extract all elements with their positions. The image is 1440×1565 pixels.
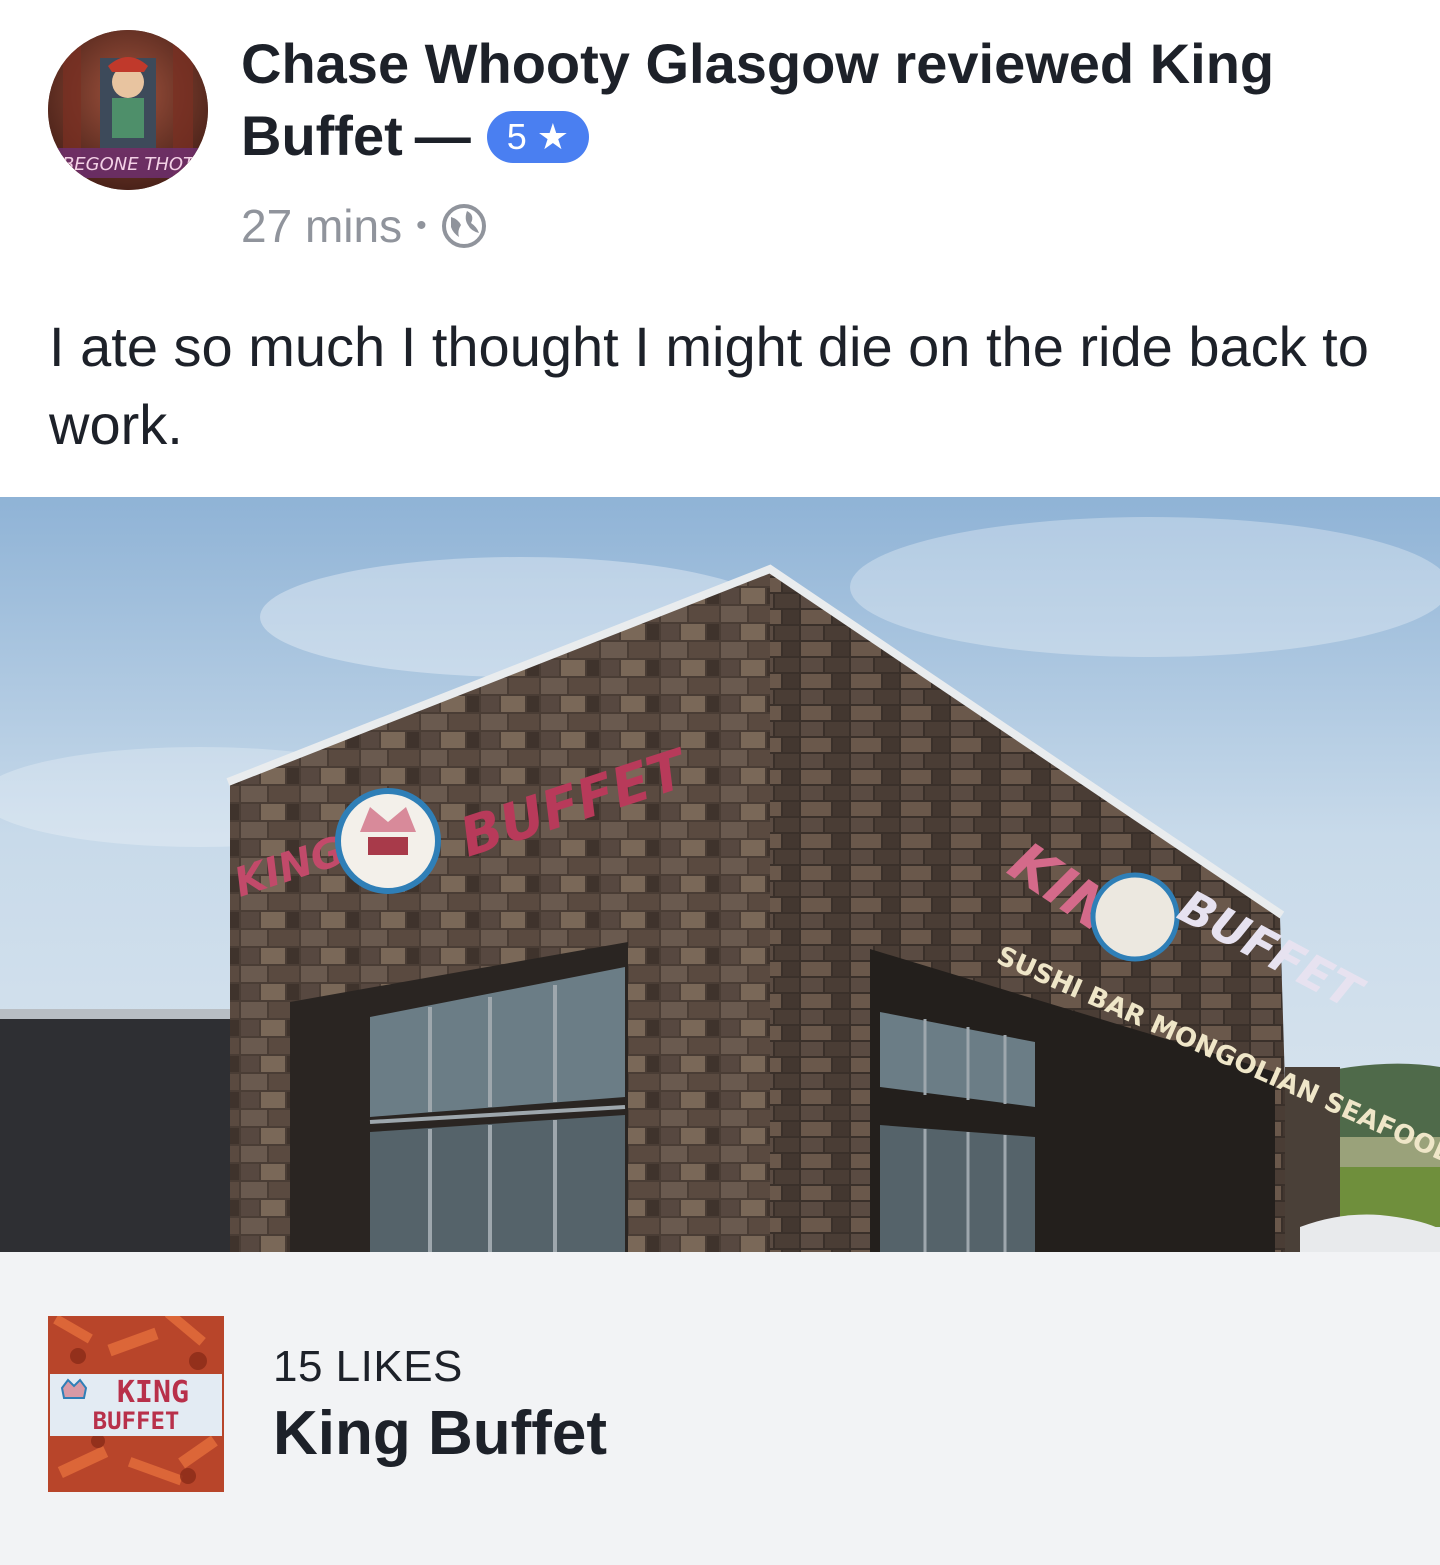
page-card[interactable]: KING BUFFET 15 LIKES King Buffet — [0, 1252, 1440, 1565]
page-name-link[interactable]: King Buffet — [273, 1398, 607, 1469]
review-post: BEGONE THOT Chase Whooty Glasgow reviewe… — [0, 0, 1440, 1565]
page-likes-count: 15 LIKES — [273, 1342, 463, 1391]
post-timestamp[interactable]: 27 mins — [241, 199, 402, 253]
headline-separator: — — [414, 104, 471, 167]
thumb-line1: KING — [117, 1375, 189, 1410]
review-action: reviewed — [894, 32, 1135, 95]
globe-icon[interactable] — [441, 203, 487, 249]
rating-badge: 5 ★ — [486, 111, 590, 163]
post-meta: 27 mins • — [241, 196, 487, 256]
post-photo[interactable]: KING BUFFET KING BUFFET SUSHI BAR MONGOL… — [0, 497, 1440, 1252]
restaurant-photo: KING BUFFET KING BUFFET SUSHI BAR MONGOL… — [0, 497, 1440, 1252]
king-buffet-logo: KING BUFFET — [48, 1316, 224, 1492]
meta-separator: • — [416, 209, 427, 242]
post-headline: Chase Whooty Glasgow reviewed King Buffe… — [241, 28, 1391, 172]
author-name[interactable]: Chase Whooty Glasgow — [241, 32, 879, 95]
thumb-line2: BUFFET — [93, 1407, 180, 1435]
avatar-caption: BEGONE THOT — [62, 154, 196, 175]
author-avatar[interactable]: BEGONE THOT — [48, 30, 208, 190]
avatar-image: BEGONE THOT — [48, 30, 208, 190]
page-thumbnail[interactable]: KING BUFFET — [48, 1316, 224, 1492]
post-text: I ate so much I thought I might die on t… — [49, 315, 1369, 456]
